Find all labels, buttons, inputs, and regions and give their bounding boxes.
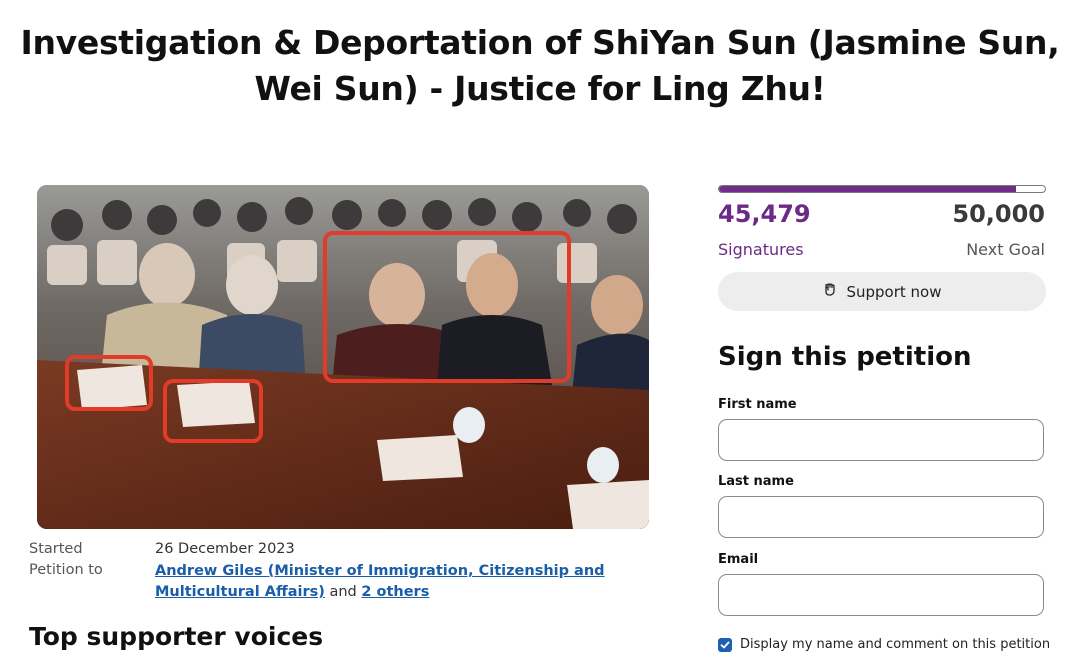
title-line-2: Wei Sun) - Justice for Ling Zhu! [254,69,826,108]
page-title: Investigation & Deportation of ShiYan Su… [0,20,1080,112]
started-label: Started [29,541,83,557]
support-now-label: Support now [846,282,942,301]
email-field[interactable] [718,574,1044,616]
and-text: and [329,584,357,600]
petition-recipients: Andrew Giles (Minister of Immigration, C… [155,561,605,603]
email-label: Email [718,552,759,567]
title-line-1: Investigation & Deportation of ShiYan Su… [20,23,1060,62]
last-name-label: Last name [718,474,794,489]
top-supporter-voices-heading: Top supporter voices [29,622,324,651]
display-name-checkbox[interactable] [718,637,732,652]
support-now-button[interactable]: Support now [718,272,1046,311]
next-goal-label: Next Goal [966,240,1045,259]
signature-progress-bar [718,185,1046,193]
started-date: 26 December 2023 [155,541,295,557]
first-name-label: First name [718,397,797,412]
petition-to-label: Petition to [29,562,103,578]
petition-photo [37,185,649,529]
progress-fill [719,186,1016,192]
raised-fist-icon [822,282,838,302]
goal-count: 50,000 [952,200,1045,228]
signatures-label: Signatures [718,240,804,259]
first-name-field[interactable] [718,419,1044,461]
sign-petition-heading: Sign this petition [718,342,972,372]
other-recipients-link[interactable]: 2 others [361,584,429,600]
signature-count: 45,479 [718,200,811,228]
last-name-field[interactable] [718,496,1044,538]
display-name-checkbox-label: Display my name and comment on this peti… [740,637,1051,652]
display-name-option: Display my name and comment on this peti… [718,637,1050,652]
